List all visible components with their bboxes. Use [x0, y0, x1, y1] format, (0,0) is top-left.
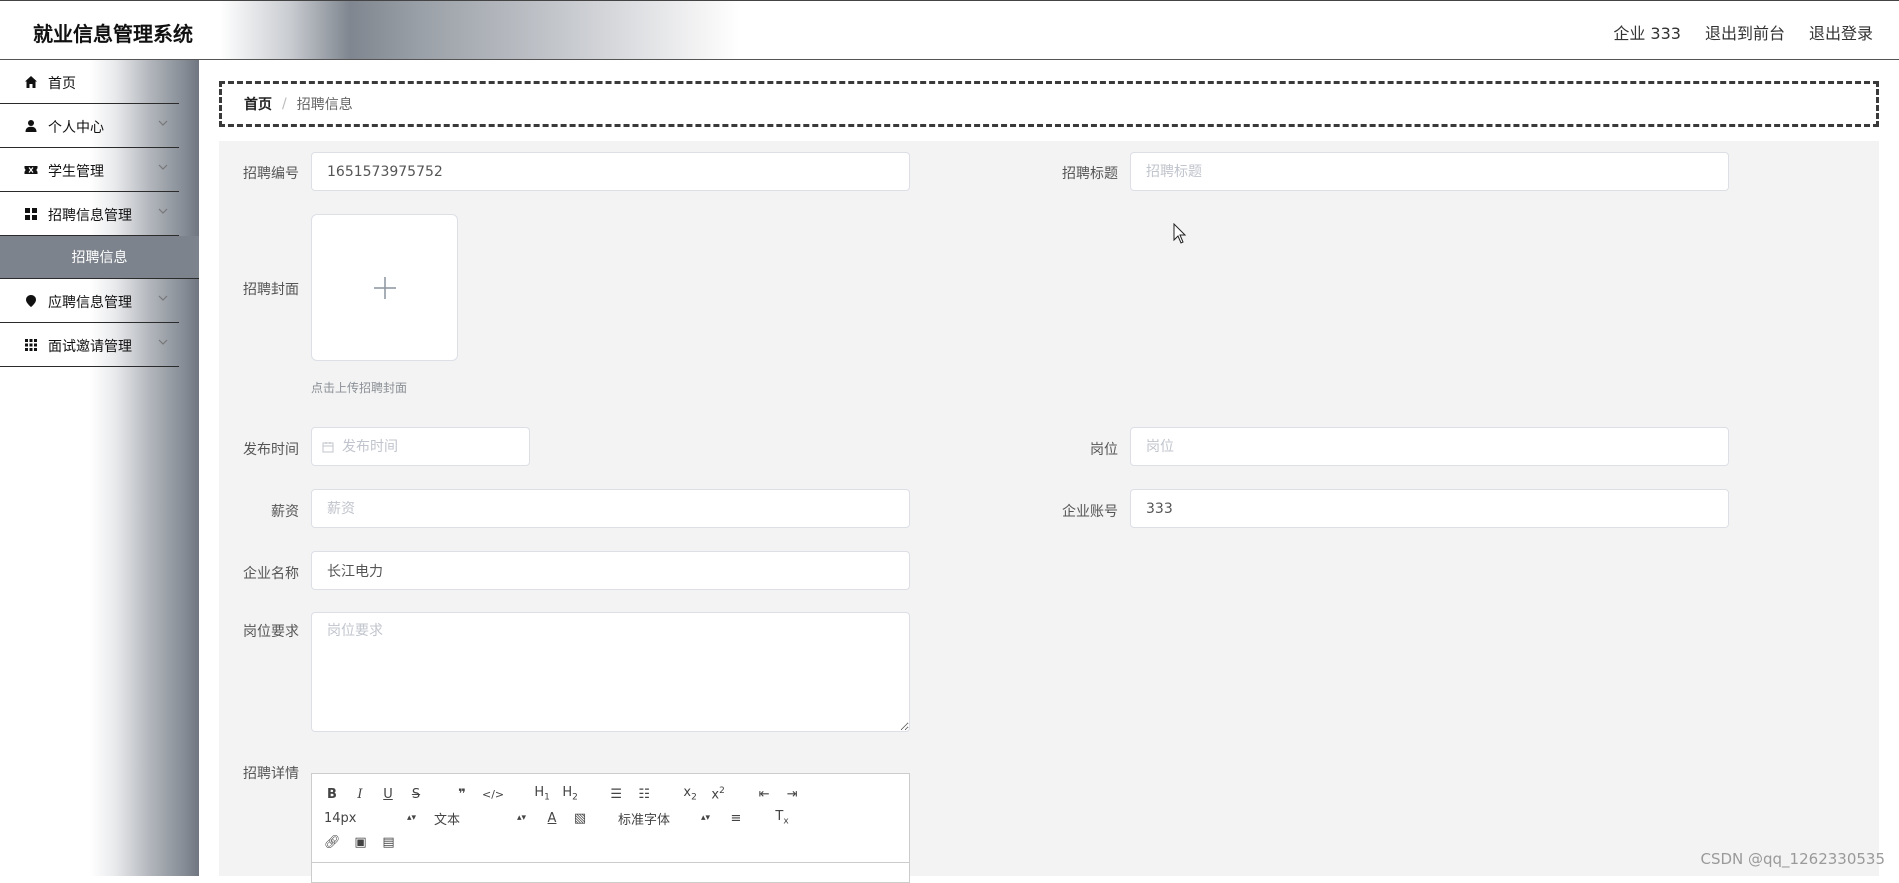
app-title: 就业信息管理系统 [33, 22, 193, 46]
editor-toolbar-row-3: 🔗︎ ▣ ▤ [324, 832, 409, 852]
sidebar-item-personal-center[interactable]: 个人中心 [0, 104, 179, 148]
logout-link[interactable]: 退出登录 [1809, 20, 1873, 44]
recruit-title-label: 招聘标题 [1062, 166, 1118, 182]
cover-label: 招聘封面 [243, 282, 299, 298]
image-icon[interactable]: ▣ [353, 835, 369, 850]
chevron-down-icon [158, 339, 168, 345]
publish-time-input[interactable] [311, 427, 530, 466]
header-links: 企业 333 退出到前台 退出登录 [1613, 20, 1873, 44]
code-block-icon[interactable]: </> [482, 788, 504, 801]
chevron-down-icon [158, 120, 168, 126]
breadcrumb-home[interactable]: 首页 [244, 94, 272, 114]
sidebar-menu: 首页 个人中心 学生管理 招聘信息管理 招聘信息 应聘信息管理 面试邀请管理 [0, 60, 199, 367]
breadcrumb: 首页 / 招聘信息 [219, 81, 1879, 127]
salary-input[interactable] [311, 489, 910, 528]
sidebar-subitem-recruit-info[interactable]: 招聘信息 [0, 236, 199, 279]
strikethrough-icon[interactable]: S [408, 787, 424, 802]
video-icon[interactable]: ▤ [381, 835, 397, 850]
rich-text-editor: B I U S ❞ </> H1 H2 ☰ ☷ x2 x2 ⇤ ⇥ 14px ▴▾… [311, 773, 910, 883]
cover-upload-box[interactable] [311, 214, 458, 361]
watermark: CSDN @qq_1262330535 [1700, 850, 1885, 868]
heading-1-icon[interactable]: H1 [534, 785, 550, 803]
ticket-icon [24, 166, 38, 174]
bold-icon[interactable]: B [324, 787, 340, 802]
requirements-textarea[interactable] [311, 612, 910, 732]
font-family-value: 标准字体 [618, 812, 671, 828]
grid-icon [25, 208, 37, 220]
align-icon[interactable]: ≡ [728, 811, 744, 826]
font-family-select[interactable]: 标准字体 ▴▾ [618, 809, 710, 828]
sidebar-item-label: 招聘信息管理 [48, 208, 132, 224]
heading-2-icon[interactable]: H2 [562, 785, 578, 803]
recruit-no-input[interactable] [311, 152, 910, 191]
editor-content-area[interactable] [312, 862, 909, 883]
mouse-cursor-icon [1173, 223, 1187, 244]
sidebar-item-label: 应聘信息管理 [48, 295, 132, 311]
position-label: 岗位 [1090, 442, 1118, 458]
current-user-label[interactable]: 企业 333 [1613, 20, 1681, 44]
company-account-input[interactable] [1130, 489, 1729, 528]
details-label: 招聘详情 [243, 766, 299, 782]
link-icon[interactable]: 🔗︎ [324, 835, 341, 850]
font-size-select[interactable]: 14px ▴▾ [324, 811, 416, 826]
exit-to-front-link[interactable]: 退出到前台 [1705, 20, 1785, 44]
outdent-icon[interactable]: ⇤ [756, 787, 772, 802]
chevron-down-icon [158, 295, 168, 301]
home-icon [25, 76, 37, 88]
ordered-list-icon[interactable]: ☰ [608, 787, 624, 802]
font-color-icon[interactable]: A [544, 811, 560, 826]
position-input[interactable] [1130, 427, 1729, 466]
sidebar-item-label: 面试邀请管理 [48, 339, 132, 355]
sidebar-item-label: 首页 [48, 76, 76, 92]
sidebar-item-student-management[interactable]: 学生管理 [0, 148, 179, 192]
indent-icon[interactable]: ⇥ [784, 787, 800, 802]
company-account-label: 企业账号 [1062, 504, 1118, 520]
user-icon [25, 120, 37, 132]
select-arrows-icon: ▴▾ [516, 813, 526, 823]
breadcrumb-separator: / [282, 96, 287, 112]
plus-icon [374, 277, 396, 299]
sidebar-item-label: 个人中心 [48, 120, 104, 136]
select-arrows-icon: ▴▾ [700, 813, 710, 823]
breadcrumb-current: 招聘信息 [296, 97, 353, 113]
header-select-value: 文本 [434, 812, 461, 828]
sidebar-item-label: 学生管理 [48, 164, 104, 180]
salary-label: 薪资 [271, 504, 299, 520]
editor-toolbar-row-2: 14px ▴▾ 文本 ▴▾ A ▧ 标准字体 ▴▾ ≡ Tx [324, 808, 802, 828]
top-header: 就业信息管理系统 企业 333 退出到前台 退出登录 [0, 0, 1899, 60]
cover-upload-hint: 点击上传招聘封面 [311, 381, 408, 395]
select-arrows-icon: ▴▾ [406, 813, 416, 823]
clear-format-icon[interactable]: Tx [774, 809, 790, 827]
publish-time-label: 发布时间 [243, 442, 299, 458]
blockquote-icon[interactable]: ❞ [454, 787, 470, 802]
sidebar-item-recruit-management[interactable]: 招聘信息管理 [0, 192, 179, 236]
sidebar: 首页 个人中心 学生管理 招聘信息管理 招聘信息 应聘信息管理 面试邀请管理 [0, 60, 199, 876]
apps-icon [25, 339, 37, 351]
calendar-icon [322, 442, 334, 453]
subscript-icon[interactable]: x2 [682, 785, 698, 803]
requirements-label: 岗位要求 [243, 624, 299, 640]
chevron-down-icon [158, 164, 168, 170]
background-color-icon[interactable]: ▧ [572, 811, 588, 826]
sidebar-item-application-management[interactable]: 应聘信息管理 [0, 279, 179, 323]
recruit-form: 招聘编号 招聘标题 招聘封面 点击上传招聘封面 发布时间 岗位 薪资 企业账号 … [219, 141, 1879, 883]
font-size-value: 14px [324, 810, 357, 826]
sidebar-item-home[interactable]: 首页 [0, 60, 179, 104]
location-pin-icon [26, 295, 36, 307]
bullet-list-icon[interactable]: ☷ [636, 787, 652, 802]
recruit-title-input[interactable] [1130, 152, 1729, 191]
company-name-label: 企业名称 [243, 566, 299, 582]
header-select[interactable]: 文本 ▴▾ [434, 809, 526, 828]
recruit-no-label: 招聘编号 [243, 166, 299, 182]
superscript-icon[interactable]: x2 [710, 786, 726, 802]
company-name-input[interactable] [311, 551, 910, 590]
sidebar-item-interview-management[interactable]: 面试邀请管理 [0, 323, 179, 367]
chevron-down-icon [158, 208, 168, 214]
editor-toolbar-row-1: B I U S ❞ </> H1 H2 ☰ ☷ x2 x2 ⇤ ⇥ [324, 784, 812, 804]
italic-icon[interactable]: I [352, 787, 368, 802]
underline-icon[interactable]: U [380, 787, 396, 802]
